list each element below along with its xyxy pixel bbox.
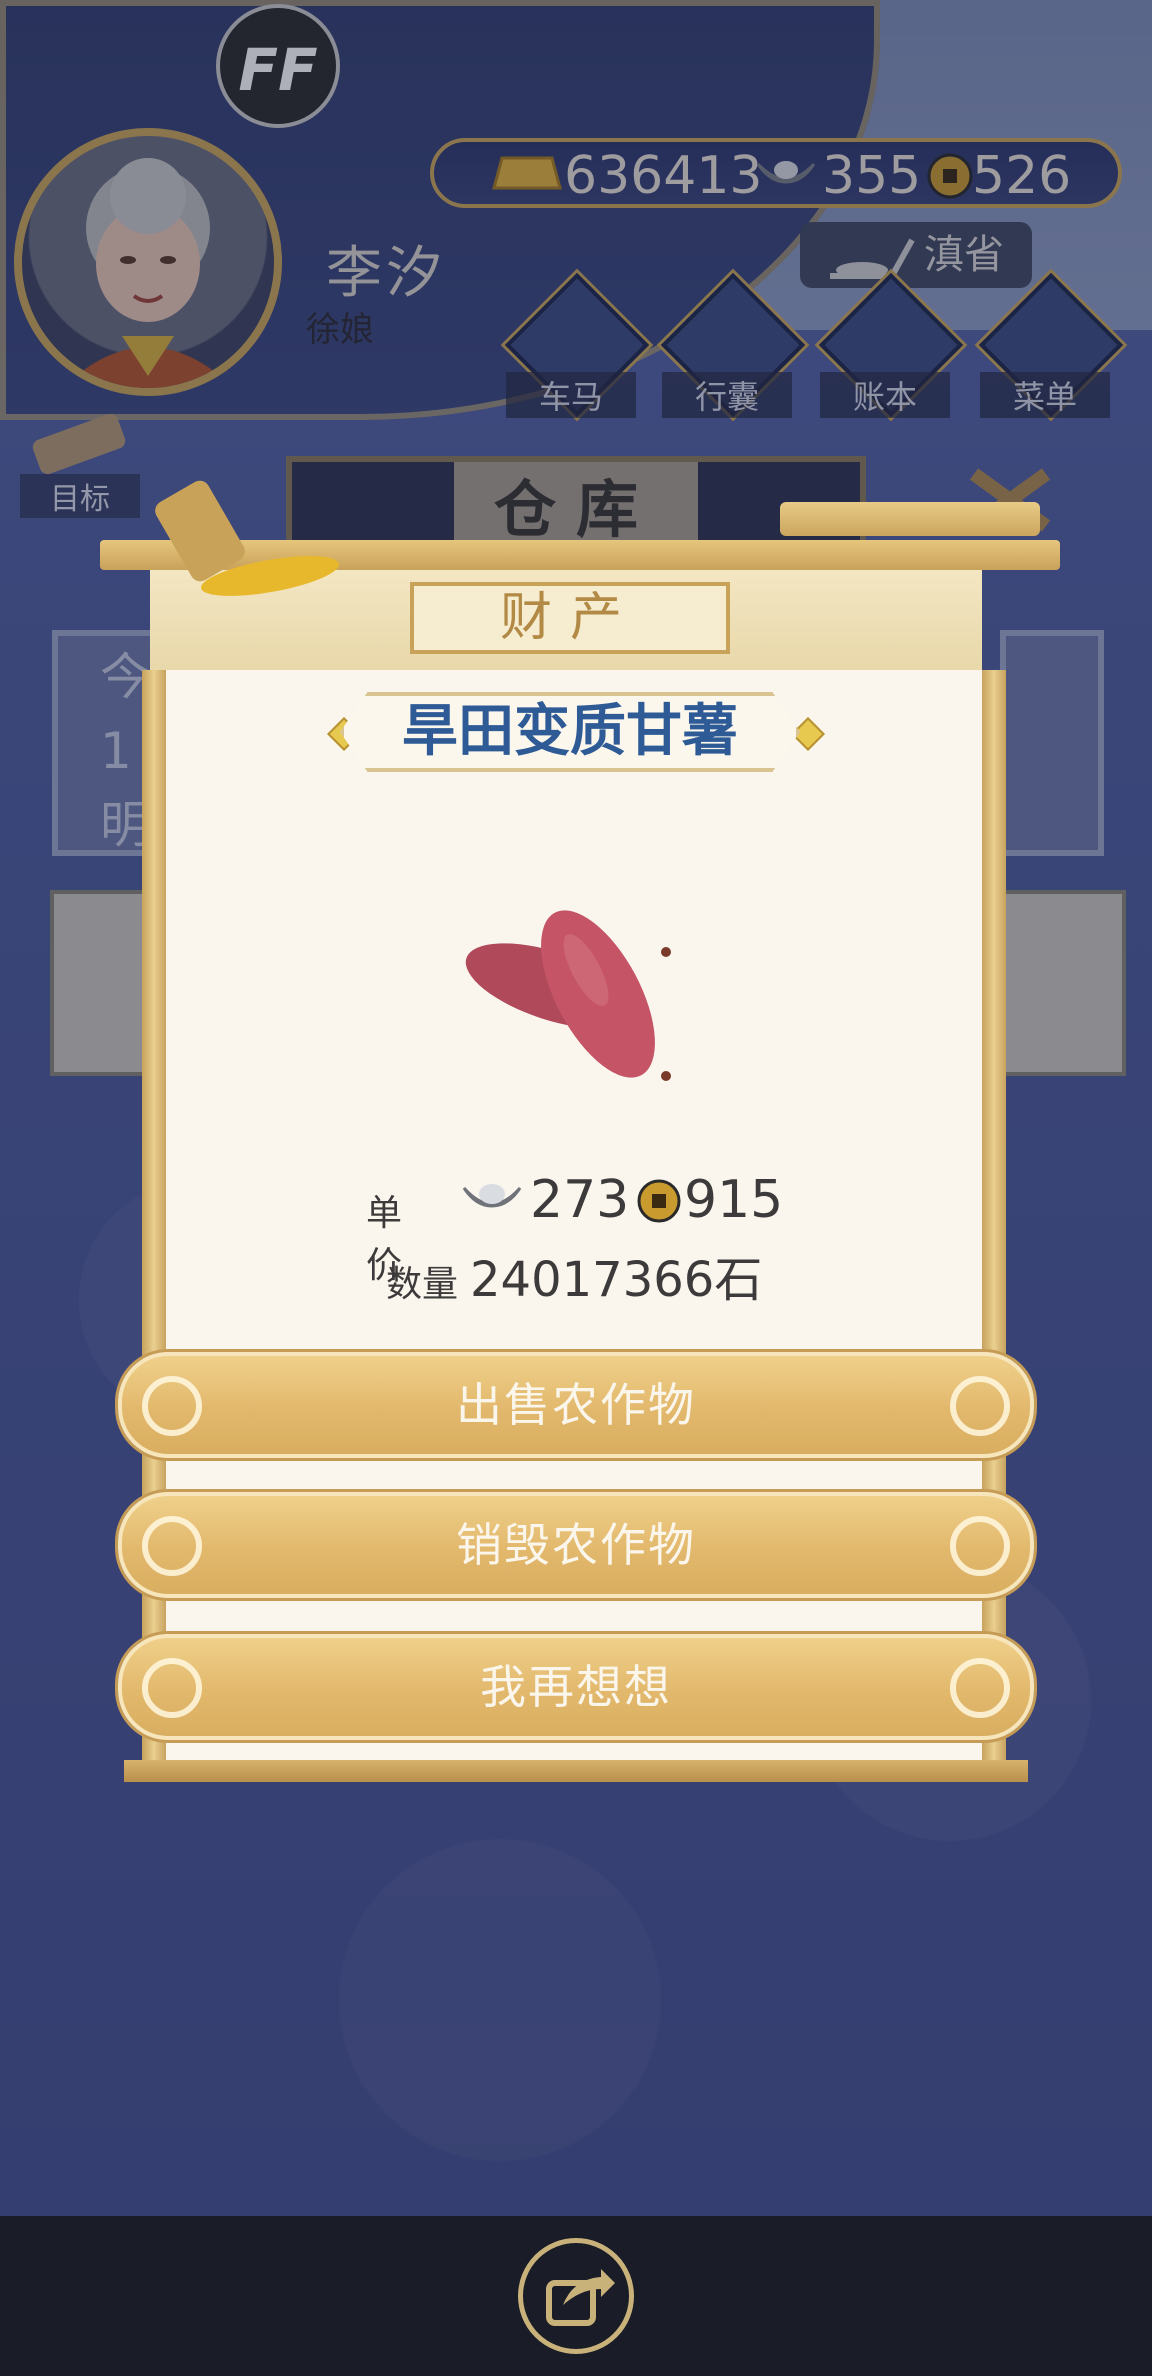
price-coin: 915: [684, 1170, 784, 1230]
share-icon: [546, 2269, 615, 2326]
item-name: 旱田变质甘薯: [340, 692, 800, 772]
silver-ingot-icon: [462, 1184, 522, 1208]
sell-crop-label: 出售农作物: [456, 1378, 696, 1432]
cloud-ornament-icon: [950, 1516, 1010, 1576]
destroy-crop-label: 销毁农作物: [456, 1518, 696, 1572]
item-dialog: 财产 旱田变质甘薯 单价 273 915 数量24017366石 出售农作物: [100, 502, 1060, 1782]
quantity-row: 数量 24017366石: [386, 1240, 762, 1310]
cancel-label: 我再想想: [480, 1660, 672, 1714]
sweet-potato-icon: [465, 910, 671, 1081]
cancel-button[interactable]: 我再想想: [118, 1634, 1034, 1740]
share-button[interactable]: [518, 2238, 634, 2354]
rice-bundle-icon: [155, 480, 339, 596]
cloud-ornament-icon: [950, 1658, 1010, 1718]
quantity-label: 数量: [386, 1264, 459, 1305]
cloud-ornament-icon: [142, 1658, 202, 1718]
dialog-base: [124, 1760, 1028, 1782]
quantity-value: 24017366石: [470, 1252, 763, 1308]
copper-coin-icon: [637, 1179, 681, 1223]
sell-crop-button[interactable]: 出售农作物: [118, 1352, 1034, 1458]
price-silver: 273: [530, 1170, 630, 1230]
dialog-roof-ornament: [780, 502, 1040, 536]
cloud-ornament-icon: [142, 1516, 202, 1576]
destroy-crop-button[interactable]: 销毁农作物: [118, 1492, 1034, 1598]
cloud-ornament-icon: [950, 1376, 1010, 1436]
category-tab: 财产: [410, 582, 730, 654]
cloud-ornament-icon: [142, 1376, 202, 1436]
